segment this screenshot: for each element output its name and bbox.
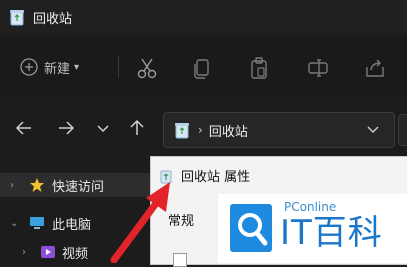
watermark-brand: PConline	[284, 200, 337, 214]
breadcrumb-recycle-bin[interactable]: 回收站	[209, 121, 248, 140]
up-arrow-icon[interactable]	[127, 118, 147, 138]
collapse-chevron-icon[interactable]: ⌄	[10, 218, 18, 229]
copy-icon[interactable]	[189, 55, 215, 81]
cut-icon[interactable]	[134, 55, 160, 81]
sidebar-item-label: 此电脑	[52, 217, 92, 233]
recent-chevron-icon[interactable]	[93, 118, 113, 138]
expand-chevron-icon[interactable]: ›	[10, 180, 14, 191]
window-title: 回收站	[33, 11, 73, 27]
chevron-down-icon[interactable]	[366, 122, 380, 136]
plus-circle-icon	[20, 58, 38, 76]
pconline-watermark: PConline IT百科	[218, 194, 407, 263]
back-arrow-icon[interactable]	[14, 118, 34, 138]
new-button-label: 新建	[44, 61, 71, 77]
chevron-down-icon: ▾	[74, 61, 80, 73]
dialog-title: 回收站 属性	[181, 170, 251, 185]
navigation-bar: › 回收站	[0, 104, 407, 152]
video-icon	[41, 246, 55, 258]
sidebar-item-label: 快速访问	[52, 179, 105, 195]
breadcrumb-chevron-icon: ›	[198, 123, 203, 137]
address-bar[interactable]: › 回收站	[163, 112, 395, 148]
recycle-bin-icon	[175, 123, 189, 139]
new-button[interactable]: 新建 ▾	[20, 54, 79, 80]
star-icon	[30, 178, 44, 192]
command-toolbar: 新建 ▾	[0, 38, 407, 96]
annotation-arrow-icon	[110, 182, 170, 263]
monitor-icon	[30, 217, 44, 229]
recycle-bin-icon	[10, 10, 24, 26]
watermark-title: IT百科	[280, 213, 383, 253]
forward-arrow-icon[interactable]	[56, 118, 76, 138]
toolbar-divider	[118, 56, 119, 78]
title-bar: 回收站	[0, 0, 407, 34]
paste-icon[interactable]	[246, 55, 272, 81]
sidebar-item-label: 视频	[62, 246, 89, 262]
refresh-button[interactable]	[398, 114, 407, 146]
rename-icon[interactable]	[305, 55, 331, 81]
expand-chevron-icon[interactable]: ›	[22, 247, 26, 258]
share-icon[interactable]	[362, 55, 388, 81]
search-logo-icon	[230, 204, 272, 252]
